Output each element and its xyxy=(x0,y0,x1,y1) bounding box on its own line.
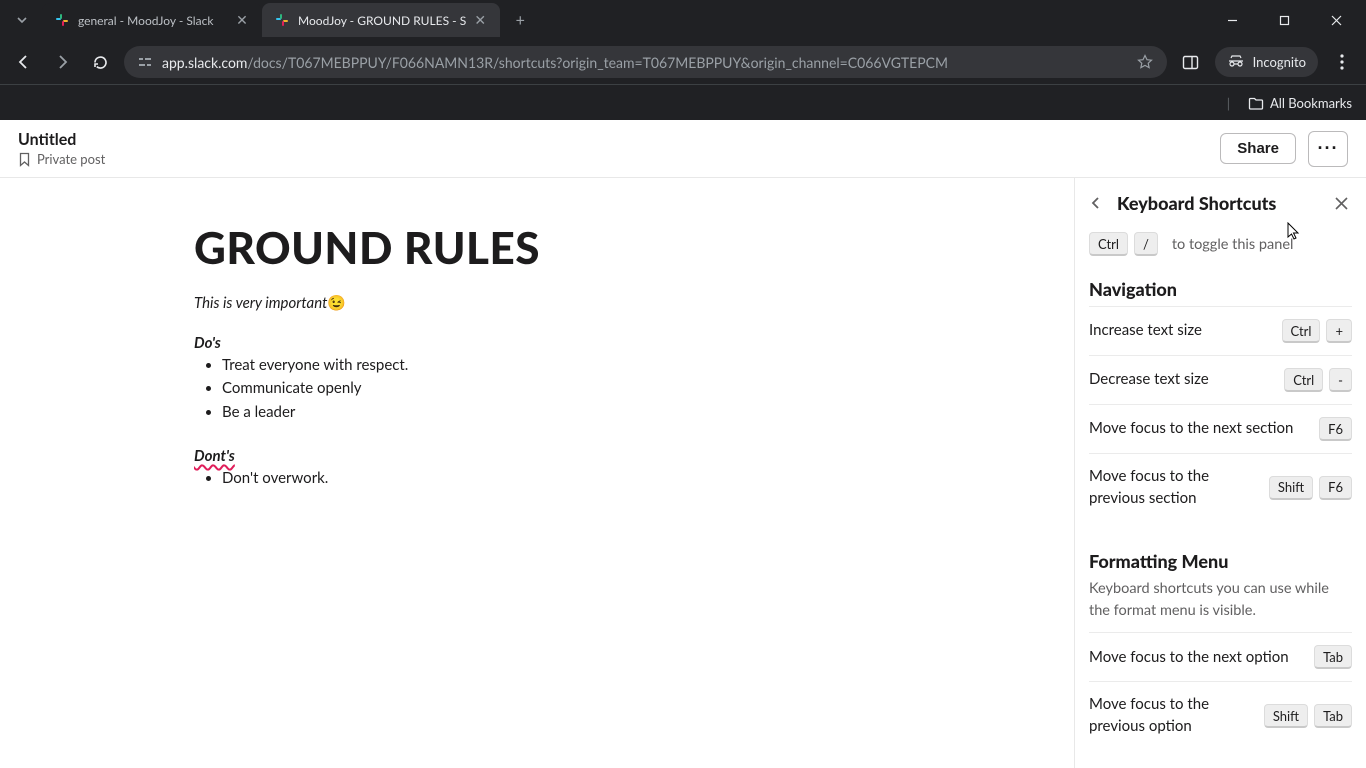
toggle-hint: Ctrl / to toggle this panel xyxy=(1089,232,1352,256)
doc-heading[interactable]: GROUND RULES xyxy=(194,222,1074,274)
close-window-button[interactable] xyxy=(1314,4,1358,36)
url-text: app.slack.com/docs/T067MEBPPUY/F066NAMN1… xyxy=(162,54,1127,71)
more-actions-button[interactable]: ··· xyxy=(1308,131,1348,167)
bookmarks-bar: | All Bookmarks xyxy=(0,84,1366,120)
shortcut-row: Move focus to the previous option ShiftT… xyxy=(1089,681,1352,750)
shortcut-row: Move focus to the next option Tab xyxy=(1089,632,1352,681)
panel-back-button[interactable] xyxy=(1085,192,1107,214)
shortcut-label: Move focus to the previous option xyxy=(1089,694,1256,738)
incognito-icon xyxy=(1227,55,1245,69)
panel-close-button[interactable] xyxy=(1330,192,1352,214)
reload-button[interactable] xyxy=(86,48,114,76)
wink-emoji: 😉 xyxy=(327,294,346,312)
section-title-navigation: Navigation xyxy=(1089,278,1352,300)
kbd-key: F6 xyxy=(1319,476,1352,500)
address-bar: app.slack.com/docs/T067MEBPPUY/F066NAMN1… xyxy=(0,40,1366,84)
browser-tab-1[interactable]: MoodJoy - GROUND RULES - S ✕ xyxy=(262,3,500,37)
kbd-key: Ctrl xyxy=(1089,232,1128,256)
shortcut-label: Move focus to the next section xyxy=(1089,418,1311,440)
list-item[interactable]: Communicate openly xyxy=(222,377,1074,400)
bookmark-icon xyxy=(18,152,31,167)
toggle-hint-text: to toggle this panel xyxy=(1172,236,1294,253)
divider: | xyxy=(1227,95,1230,111)
share-button[interactable]: Share xyxy=(1220,133,1296,164)
slack-icon xyxy=(54,12,70,28)
keyboard-shortcuts-panel: Keyboard Shortcuts Ctrl / to toggle this… xyxy=(1074,178,1366,768)
url-field[interactable]: app.slack.com/docs/T067MEBPPUY/F066NAMN1… xyxy=(124,46,1167,78)
all-bookmarks-label: All Bookmarks xyxy=(1270,95,1352,111)
site-settings-icon[interactable] xyxy=(138,55,152,69)
browser-chrome: general - MoodJoy - Slack ✕ MoodJoy - GR… xyxy=(0,0,1366,120)
chrome-menu-button[interactable] xyxy=(1328,48,1356,76)
shortcut-row: Move focus to the previous section Shift… xyxy=(1089,453,1352,522)
slack-app: Untitled Private post Share ··· GROUND R… xyxy=(0,120,1366,768)
kbd-key: Ctrl xyxy=(1282,319,1321,343)
forward-button[interactable] xyxy=(48,48,76,76)
kbd-key: - xyxy=(1329,368,1352,392)
privacy-label: Private post xyxy=(37,151,105,167)
maximize-button[interactable] xyxy=(1262,4,1306,36)
kbd-key: Tab xyxy=(1314,645,1352,669)
section-description: Keyboard shortcuts you can use while the… xyxy=(1089,578,1352,623)
document-canvas[interactable]: GROUND RULES This is very important😉 Do'… xyxy=(0,178,1074,768)
doc-privacy[interactable]: Private post xyxy=(18,151,1208,167)
kbd-key: Ctrl xyxy=(1284,368,1323,392)
back-button[interactable] xyxy=(10,48,38,76)
tab-search-dropdown[interactable] xyxy=(8,6,36,34)
document-header: Untitled Private post Share ··· xyxy=(0,120,1366,178)
donts-list[interactable]: Don't overwork. xyxy=(194,467,1074,490)
dos-list[interactable]: Treat everyone with respect. Communicate… xyxy=(194,354,1074,424)
bookmark-star-icon[interactable] xyxy=(1137,54,1153,70)
side-panel-icon[interactable] xyxy=(1177,48,1205,76)
shortcut-label: Decrease text size xyxy=(1089,369,1276,391)
tab-bar: general - MoodJoy - Slack ✕ MoodJoy - GR… xyxy=(0,0,1366,40)
tab-title: general - MoodJoy - Slack xyxy=(78,13,228,28)
doc-intro[interactable]: This is very important😉 xyxy=(194,294,1074,312)
shortcut-row: Decrease text size Ctrl- xyxy=(1089,355,1352,404)
kbd-key: Tab xyxy=(1314,704,1352,728)
shortcut-row: Move focus to the next section F6 xyxy=(1089,404,1352,453)
dos-heading[interactable]: Do's xyxy=(194,334,1074,352)
kbd-key: / xyxy=(1134,232,1158,256)
list-item[interactable]: Don't overwork. xyxy=(222,467,1074,490)
incognito-label: Incognito xyxy=(1253,54,1306,70)
shortcut-label: Increase text size xyxy=(1089,320,1274,342)
panel-title: Keyboard Shortcuts xyxy=(1117,192,1320,214)
browser-tab-0[interactable]: general - MoodJoy - Slack ✕ xyxy=(42,3,262,37)
list-item[interactable]: Be a leader xyxy=(222,401,1074,424)
window-controls xyxy=(1210,4,1358,36)
close-icon[interactable]: ✕ xyxy=(472,12,488,28)
shortcut-row: Increase text size Ctrl+ xyxy=(1089,306,1352,355)
slack-icon xyxy=(274,12,290,28)
minimize-button[interactable] xyxy=(1210,4,1254,36)
folder-icon xyxy=(1248,96,1264,110)
new-tab-button[interactable]: + xyxy=(506,6,534,34)
shortcut-label: Move focus to the previous section xyxy=(1089,466,1261,510)
kbd-key: Shift xyxy=(1269,476,1313,500)
close-icon[interactable]: ✕ xyxy=(234,12,250,28)
all-bookmarks-button[interactable]: All Bookmarks xyxy=(1248,95,1352,111)
shortcut-label: Move focus to the next option xyxy=(1089,647,1306,669)
donts-heading[interactable]: Dont's xyxy=(194,447,235,465)
incognito-indicator[interactable]: Incognito xyxy=(1215,47,1318,77)
kbd-key: + xyxy=(1326,319,1352,343)
doc-name[interactable]: Untitled xyxy=(18,130,1208,149)
list-item[interactable]: Treat everyone with respect. xyxy=(222,354,1074,377)
tab-title: MoodJoy - GROUND RULES - S xyxy=(298,13,466,28)
kbd-key: F6 xyxy=(1319,417,1352,441)
section-title-formatting: Formatting Menu xyxy=(1089,550,1352,572)
kbd-key: Shift xyxy=(1264,704,1308,728)
